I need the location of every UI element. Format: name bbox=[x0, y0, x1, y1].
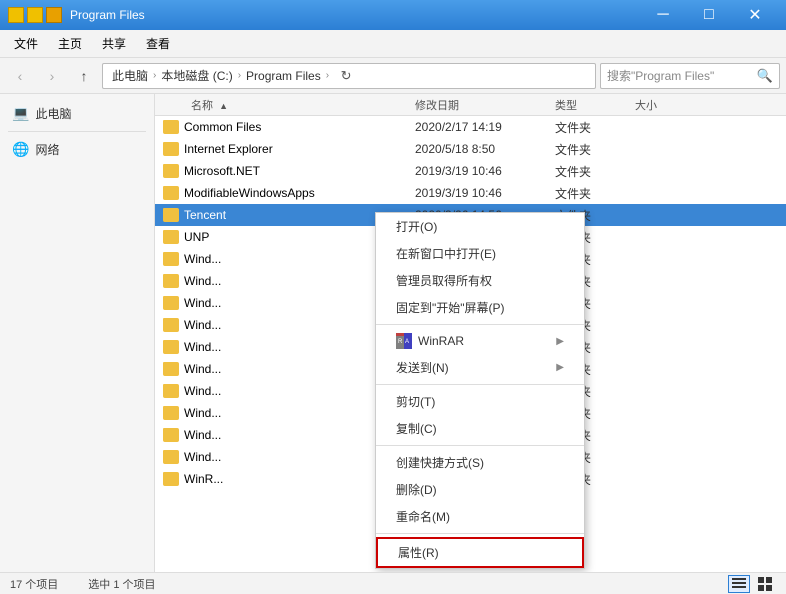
menu-file[interactable]: 文件 bbox=[4, 31, 48, 56]
up-button[interactable]: ↑ bbox=[70, 62, 98, 90]
ctx-item-content: 发送到(N) bbox=[396, 359, 449, 376]
quick-access-icon bbox=[8, 7, 24, 23]
details-view-button[interactable] bbox=[728, 575, 750, 593]
context-menu-item[interactable]: 属性(R) bbox=[376, 537, 584, 568]
file-list-area: 名称 ▲ 修改日期 类型 大小 Common Files 2020/2/17 1… bbox=[155, 94, 786, 572]
minimize-button[interactable]: ─ bbox=[640, 0, 686, 30]
maximize-button[interactable]: □ bbox=[686, 0, 732, 30]
selected-count: 选中 1 个项目 bbox=[88, 576, 155, 592]
ctx-item-content: 管理员取得所有权 bbox=[396, 272, 492, 289]
svg-text:R: R bbox=[398, 339, 403, 345]
ctx-item-content: 在新窗口中打开(E) bbox=[396, 245, 496, 262]
search-placeholder: 搜索"Program Files" bbox=[607, 67, 714, 84]
title-bar-icons bbox=[8, 7, 62, 23]
ctx-item-content: 属性(R) bbox=[398, 544, 439, 561]
ctx-label: 复制(C) bbox=[396, 420, 437, 437]
context-menu: 打开(O) 在新窗口中打开(E) 管理员取得所有权 固定到"开始"屏幕(P) bbox=[375, 212, 585, 569]
main-area: 💻 此电脑 🌐 网络 名称 ▲ 修改日期 类型 大小 bbox=[0, 94, 786, 572]
window-controls: ─ □ ✕ bbox=[640, 0, 778, 30]
window-title: Program Files bbox=[70, 8, 640, 22]
sidebar-item-pc-label: 此电脑 bbox=[35, 105, 71, 122]
title-bar: Program Files ─ □ ✕ bbox=[0, 0, 786, 30]
context-menu-item[interactable]: 创建快捷方式(S) bbox=[376, 449, 584, 476]
ctx-label: 打开(O) bbox=[396, 218, 437, 235]
winrar-icon: R A bbox=[396, 333, 412, 349]
context-menu-item[interactable]: 发送到(N) ▶ bbox=[376, 354, 584, 381]
context-menu-item[interactable]: 固定到"开始"屏幕(P) bbox=[376, 294, 584, 321]
context-menu-separator bbox=[376, 384, 584, 385]
sidebar-item-network-label: 网络 bbox=[35, 141, 59, 158]
menu-share[interactable]: 共享 bbox=[92, 31, 136, 56]
view-toggle bbox=[728, 575, 776, 593]
menu-home[interactable]: 主页 bbox=[48, 31, 92, 56]
ctx-label: 属性(R) bbox=[398, 544, 439, 561]
ctx-label: WinRAR bbox=[418, 334, 464, 348]
ctx-item-content: 固定到"开始"屏幕(P) bbox=[396, 299, 505, 316]
menu-view[interactable]: 查看 bbox=[136, 31, 180, 56]
list-view-button[interactable] bbox=[754, 575, 776, 593]
forward-button[interactable]: › bbox=[38, 62, 66, 90]
ctx-label: 重命名(M) bbox=[396, 508, 450, 525]
ctx-label: 发送到(N) bbox=[396, 359, 449, 376]
context-menu-item[interactable]: 管理员取得所有权 bbox=[376, 267, 584, 294]
breadcrumb-drive[interactable]: 本地磁盘 (C:) bbox=[158, 67, 235, 84]
refresh-button[interactable]: ↻ bbox=[333, 63, 359, 89]
ctx-item-content: 剪切(T) bbox=[396, 393, 435, 410]
ctx-label: 剪切(T) bbox=[396, 393, 435, 410]
sidebar-item-pc[interactable]: 💻 此电脑 bbox=[0, 100, 154, 127]
context-menu-item[interactable]: 打开(O) bbox=[376, 213, 584, 240]
context-menu-item[interactable]: R A WinRAR ▶ bbox=[376, 328, 584, 354]
ctx-label: 固定到"开始"屏幕(P) bbox=[396, 299, 505, 316]
breadcrumb-folder[interactable]: Program Files bbox=[243, 69, 324, 83]
svg-text:A: A bbox=[405, 339, 409, 345]
ctx-label: 创建快捷方式(S) bbox=[396, 454, 484, 471]
ctx-item-content: 复制(C) bbox=[396, 420, 437, 437]
status-bar: 17 个项目 选中 1 个项目 bbox=[0, 572, 786, 594]
context-menu-separator bbox=[376, 445, 584, 446]
breadcrumb-pc[interactable]: 此电脑 bbox=[109, 67, 151, 84]
network-icon: 🌐 bbox=[12, 141, 29, 158]
ctx-item-content: 重命名(M) bbox=[396, 508, 450, 525]
address-bar[interactable]: 此电脑 › 本地磁盘 (C:) › Program Files › ↻ bbox=[102, 63, 596, 89]
context-menu-overlay: 打开(O) 在新窗口中打开(E) 管理员取得所有权 固定到"开始"屏幕(P) bbox=[155, 94, 786, 572]
context-menu-separator bbox=[376, 324, 584, 325]
sidebar: 💻 此电脑 🌐 网络 bbox=[0, 94, 155, 572]
ctx-item-content: 删除(D) bbox=[396, 481, 437, 498]
context-menu-item[interactable]: 重命名(M) bbox=[376, 503, 584, 530]
submenu-arrow: ▶ bbox=[556, 336, 564, 347]
context-menu-item[interactable]: 剪切(T) bbox=[376, 388, 584, 415]
context-menu-item[interactable]: 在新窗口中打开(E) bbox=[376, 240, 584, 267]
context-menu-item[interactable]: 删除(D) bbox=[376, 476, 584, 503]
ctx-label: 删除(D) bbox=[396, 481, 437, 498]
breadcrumb-sep2: › bbox=[238, 70, 241, 81]
ctx-label: 管理员取得所有权 bbox=[396, 272, 492, 289]
ctx-label: 在新窗口中打开(E) bbox=[396, 245, 496, 262]
context-menu-separator bbox=[376, 533, 584, 534]
search-icon[interactable]: 🔍 bbox=[757, 68, 773, 84]
folder-icon bbox=[46, 7, 62, 23]
sidebar-separator bbox=[8, 131, 146, 132]
sidebar-item-network[interactable]: 🌐 网络 bbox=[0, 136, 154, 163]
quick-access-icon2 bbox=[27, 7, 43, 23]
item-count: 17 个项目 bbox=[10, 576, 58, 592]
breadcrumb: 此电脑 › 本地磁盘 (C:) › Program Files › bbox=[109, 67, 329, 84]
context-menu-item[interactable]: 复制(C) bbox=[376, 415, 584, 442]
back-button[interactable]: ‹ bbox=[6, 62, 34, 90]
breadcrumb-sep3: › bbox=[326, 70, 329, 81]
close-button[interactable]: ✕ bbox=[732, 0, 778, 30]
ctx-item-content: 创建快捷方式(S) bbox=[396, 454, 484, 471]
breadcrumb-sep1: › bbox=[153, 70, 156, 81]
pc-icon: 💻 bbox=[12, 105, 29, 122]
ctx-item-content: 打开(O) bbox=[396, 218, 437, 235]
menu-bar: 文件 主页 共享 查看 bbox=[0, 30, 786, 58]
submenu-arrow: ▶ bbox=[556, 362, 564, 373]
toolbar: ‹ › ↑ 此电脑 › 本地磁盘 (C:) › Program Files › … bbox=[0, 58, 786, 94]
search-bar[interactable]: 搜索"Program Files" 🔍 bbox=[600, 63, 780, 89]
ctx-item-content: R A WinRAR bbox=[396, 333, 464, 349]
